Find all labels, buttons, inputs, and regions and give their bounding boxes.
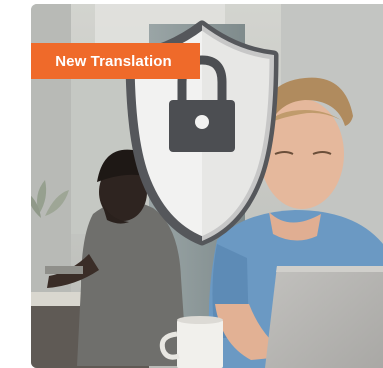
badge-label: New Translation — [55, 52, 172, 70]
promo-card[interactable]: New Translation — [31, 4, 383, 368]
laptop — [265, 266, 383, 368]
new-translation-badge: New Translation — [31, 43, 200, 79]
